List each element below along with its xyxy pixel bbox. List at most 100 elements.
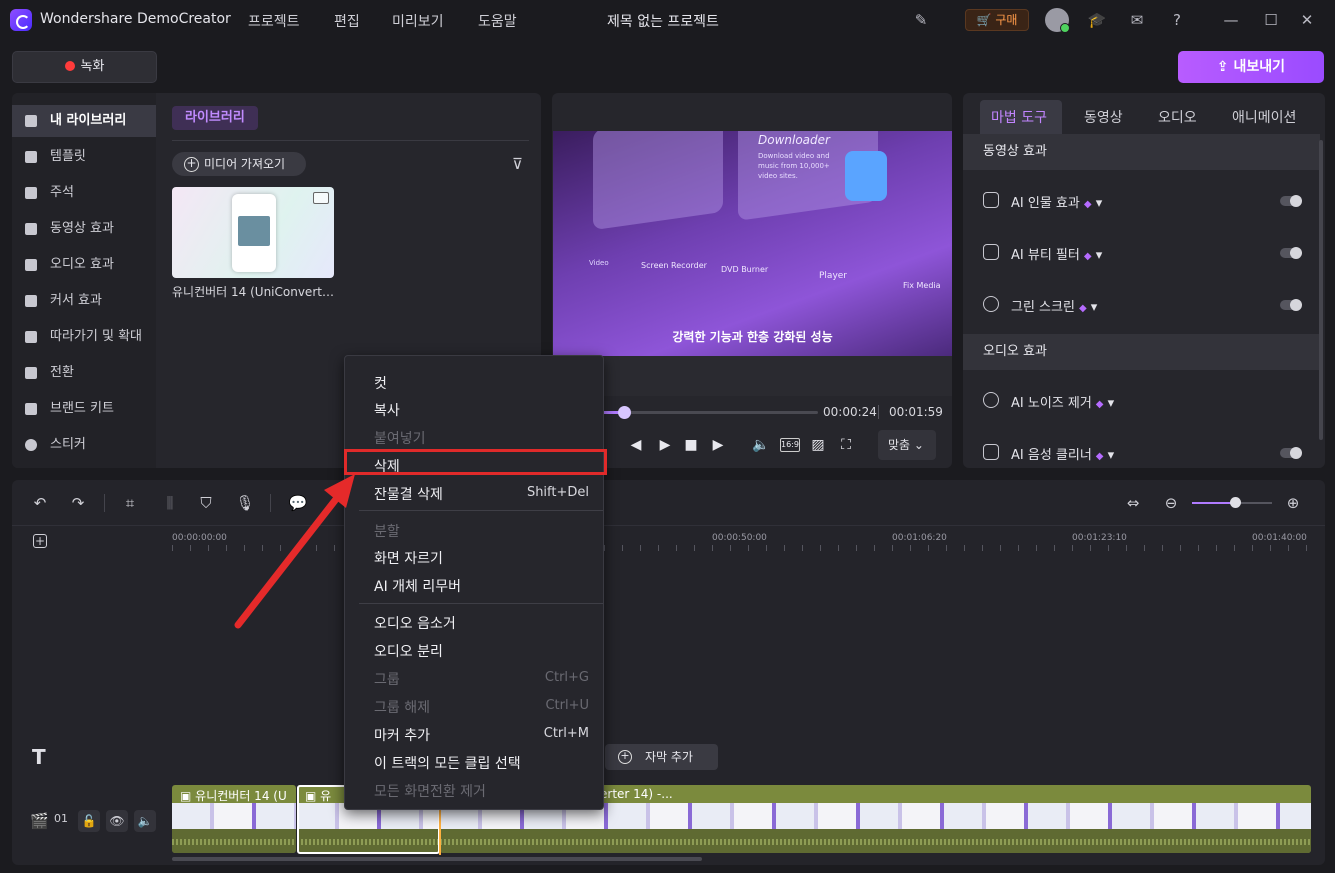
toggle-ai-beauty[interactable] — [1280, 247, 1302, 259]
menu-item-mute-audio[interactable]: 오디오 음소거 — [374, 613, 456, 633]
record-button[interactable]: 녹화 — [12, 51, 157, 83]
crop-icon[interactable]: ⌗ — [120, 493, 140, 513]
mail-icon[interactable]: ✉ — [1126, 9, 1148, 31]
speaker-icon[interactable]: 🔈 — [134, 810, 156, 832]
cursor-effect-icon — [25, 295, 37, 307]
sidebar-item-stickers[interactable]: 스티커 — [12, 429, 156, 461]
zoom-out-icon[interactable]: ⊖ — [1161, 493, 1181, 513]
sidebar-item-label: 템플릿 — [50, 149, 86, 164]
sidebar-item-zoom-follow[interactable]: 따라가기 및 확대 — [12, 321, 156, 353]
preview-card-text: Screen Recorder — [641, 261, 707, 270]
lock-icon[interactable]: 🔓 — [78, 810, 100, 832]
eye-icon[interactable]: 👁 — [106, 810, 128, 832]
sidebar-item-annotation[interactable]: 주석 — [12, 177, 156, 209]
annotation-icon — [25, 187, 37, 199]
minimize-icon[interactable]: — — [1220, 9, 1242, 31]
premium-gem-icon: ◆ — [1083, 251, 1092, 262]
avatar[interactable] — [1045, 8, 1070, 33]
sidebar-item-audio-effects[interactable]: 오디오 효과 — [12, 249, 156, 281]
sidebar-item-cursor-effects[interactable]: 커서 효과 — [12, 285, 156, 317]
menu-project[interactable]: 프로젝트 — [248, 11, 300, 31]
menu-preview[interactable]: 미리보기 — [392, 11, 444, 31]
beauty-icon — [983, 244, 999, 260]
preview-video[interactable]: Downloader Download video and music from… — [553, 131, 952, 356]
menu-item-cut[interactable]: 컷 — [374, 373, 387, 393]
layers-icon — [25, 115, 37, 127]
sidebar-item-video-effects[interactable]: 동영상 효과 — [12, 213, 156, 245]
import-media-button[interactable]: 미디어 가져오기 — [172, 152, 306, 176]
audio-effect-icon — [25, 259, 37, 271]
tab-library[interactable]: 라이브러리 — [172, 106, 258, 130]
add-subtitle-button[interactable]: 자막 추가 — [605, 744, 718, 770]
timeline-scrollbar[interactable] — [172, 857, 702, 861]
fullscreen-icon[interactable]: ⛶ — [837, 436, 855, 454]
menu-edit[interactable]: 편집 — [334, 11, 360, 31]
toggle-ai-voice-cleaner[interactable] — [1280, 447, 1302, 459]
shortcut-group: Ctrl+G — [544, 670, 589, 685]
menu-item-ai-object-remover[interactable]: AI 개체 리무버 — [374, 576, 461, 596]
next-frame-icon[interactable]: ▶ — [709, 436, 727, 454]
section-video-effects: 동영상 효과 — [963, 134, 1320, 170]
redo-icon[interactable]: ↷ — [68, 493, 88, 513]
sidebar-item-brand-kit[interactable]: 브랜드 키트 — [12, 393, 156, 425]
ruler-label: 00:00:50:00 — [712, 533, 767, 543]
timeline-clip[interactable]: ▣ 유니컨버터 14 (U — [172, 785, 296, 853]
menu-help[interactable]: 도움말 — [478, 11, 517, 31]
toggle-ai-person[interactable] — [1280, 195, 1302, 207]
zoom-in-icon[interactable]: ⊕ — [1283, 493, 1303, 513]
menu-item-copy[interactable]: 복사 — [374, 400, 400, 420]
noise-removal-icon — [983, 392, 999, 408]
preview-card-text: Download video and music from 10,000+ vi… — [758, 152, 830, 180]
crop-display-icon[interactable]: ▨ — [809, 436, 827, 454]
maximize-icon[interactable]: ☐ — [1260, 9, 1282, 31]
zoom-slider-handle[interactable] — [1230, 497, 1241, 508]
aspect-ratio-icon[interactable]: 16:9 — [780, 438, 800, 452]
menu-item-crop[interactable]: 화면 자르기 — [374, 548, 443, 568]
play-icon[interactable]: ▶ — [656, 436, 674, 454]
progress-track[interactable] — [600, 411, 818, 414]
export-button[interactable]: ⇪ 내보내기 — [1178, 51, 1324, 83]
sidebar-item-templates[interactable]: 템플릿 — [12, 141, 156, 173]
chevron-down-icon: ▾ — [1107, 396, 1115, 411]
track-number: 01 — [54, 812, 68, 825]
prev-frame-icon[interactable]: ◀ — [627, 436, 645, 454]
tab-video[interactable]: 동영상 — [1084, 107, 1123, 127]
time-separator — [878, 405, 879, 419]
fit-timeline-icon[interactable]: ⇔ — [1123, 493, 1143, 513]
stop-icon[interactable]: ■ — [682, 436, 700, 454]
menu-item-select-all-clips[interactable]: 이 트랙의 모든 클립 선택 — [374, 753, 521, 773]
upload-icon: ⇪ — [1216, 59, 1229, 75]
tab-magic-tools[interactable]: 마법 도구 — [991, 107, 1047, 127]
sidebar-item-label: 전환 — [50, 365, 74, 380]
shield-icon[interactable]: ⛉ — [196, 493, 216, 513]
progress-handle[interactable] — [618, 406, 631, 419]
close-icon[interactable]: ✕ — [1296, 9, 1318, 31]
sidebar-item-transitions[interactable]: 전환 — [12, 357, 156, 389]
toggle-green-screen[interactable] — [1280, 299, 1302, 311]
tab-audio[interactable]: 오디오 — [1158, 107, 1197, 127]
filter-icon[interactable]: ⊽ — [512, 155, 528, 173]
fit-dropdown[interactable]: 맞춤 ⌄ — [878, 430, 936, 460]
tutorial-icon[interactable]: 🎓 — [1086, 9, 1108, 31]
voice-cleaner-icon — [983, 444, 999, 460]
premium-gem-icon: ◆ — [1078, 303, 1087, 314]
sidebar-item-my-library[interactable]: 내 라이브러리 — [12, 105, 156, 137]
right-panel-scrollbar[interactable] — [1319, 140, 1323, 440]
buy-button[interactable]: 🛒 구매 — [965, 9, 1029, 31]
media-thumbnail[interactable] — [172, 187, 334, 278]
tab-animation[interactable]: 애니메이션 — [1232, 107, 1296, 127]
add-track-icon[interactable]: + — [33, 534, 47, 548]
menu-item-add-marker[interactable]: 마커 추가 — [374, 725, 430, 745]
buy-label: 구매 — [995, 13, 1018, 27]
notes-icon[interactable]: ✎ — [910, 9, 932, 31]
effect-label: AI 인물 효과 — [1011, 196, 1080, 211]
effect-label: 그린 스크린 — [1011, 300, 1075, 315]
menu-item-ripple-delete[interactable]: 잔물결 삭제 — [374, 484, 443, 504]
help-icon[interactable]: ? — [1166, 9, 1188, 31]
project-title: 제목 없는 프로젝트 — [607, 14, 719, 30]
divider — [172, 140, 529, 141]
undo-icon[interactable]: ↶ — [30, 493, 50, 513]
menu-item-detach-audio[interactable]: 오디오 분리 — [374, 641, 443, 661]
transition-icon — [25, 367, 37, 379]
volume-icon[interactable]: 🔈 — [752, 436, 770, 454]
